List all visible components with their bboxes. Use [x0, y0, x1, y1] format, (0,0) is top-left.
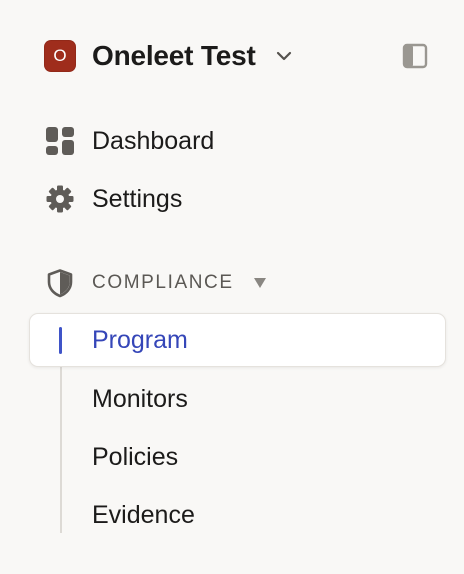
- chevron-down-icon[interactable]: [274, 46, 294, 66]
- sub-item-monitors[interactable]: Monitors: [92, 377, 188, 421]
- section-compliance-toggle[interactable]: COMPLIANCE: [44, 263, 268, 303]
- gear-icon: [44, 183, 76, 215]
- nav-item-label: Dashboard: [92, 126, 215, 155]
- active-indicator: [59, 327, 62, 354]
- sub-item-program[interactable]: Program: [29, 313, 446, 367]
- sub-item-policies[interactable]: Policies: [92, 435, 178, 479]
- sidebar-toggle-icon[interactable]: [402, 43, 428, 69]
- sub-item-label: Policies: [92, 442, 179, 471]
- nav-item-settings[interactable]: Settings: [44, 179, 182, 219]
- sub-item-label: Program: [92, 325, 188, 354]
- org-avatar: O: [44, 40, 76, 72]
- nav-item-label: Settings: [92, 184, 183, 213]
- org-switcher[interactable]: O Oneleet Test: [44, 36, 434, 76]
- sidebar: O Oneleet Test Dashboard Settings COMPLI…: [0, 0, 464, 574]
- dashboard-grid-icon: [44, 125, 76, 157]
- sub-item-evidence[interactable]: Evidence: [92, 493, 195, 537]
- sub-item-label: Evidence: [92, 500, 195, 529]
- sub-item-label: Monitors: [92, 384, 188, 413]
- org-name: Oneleet Test: [92, 40, 256, 71]
- nav-item-dashboard[interactable]: Dashboard: [44, 121, 214, 161]
- section-title: COMPLIANCE: [92, 272, 234, 293]
- shield-icon: [44, 267, 76, 299]
- caret-down-icon: [252, 275, 268, 291]
- tree-connector-line: [60, 366, 62, 533]
